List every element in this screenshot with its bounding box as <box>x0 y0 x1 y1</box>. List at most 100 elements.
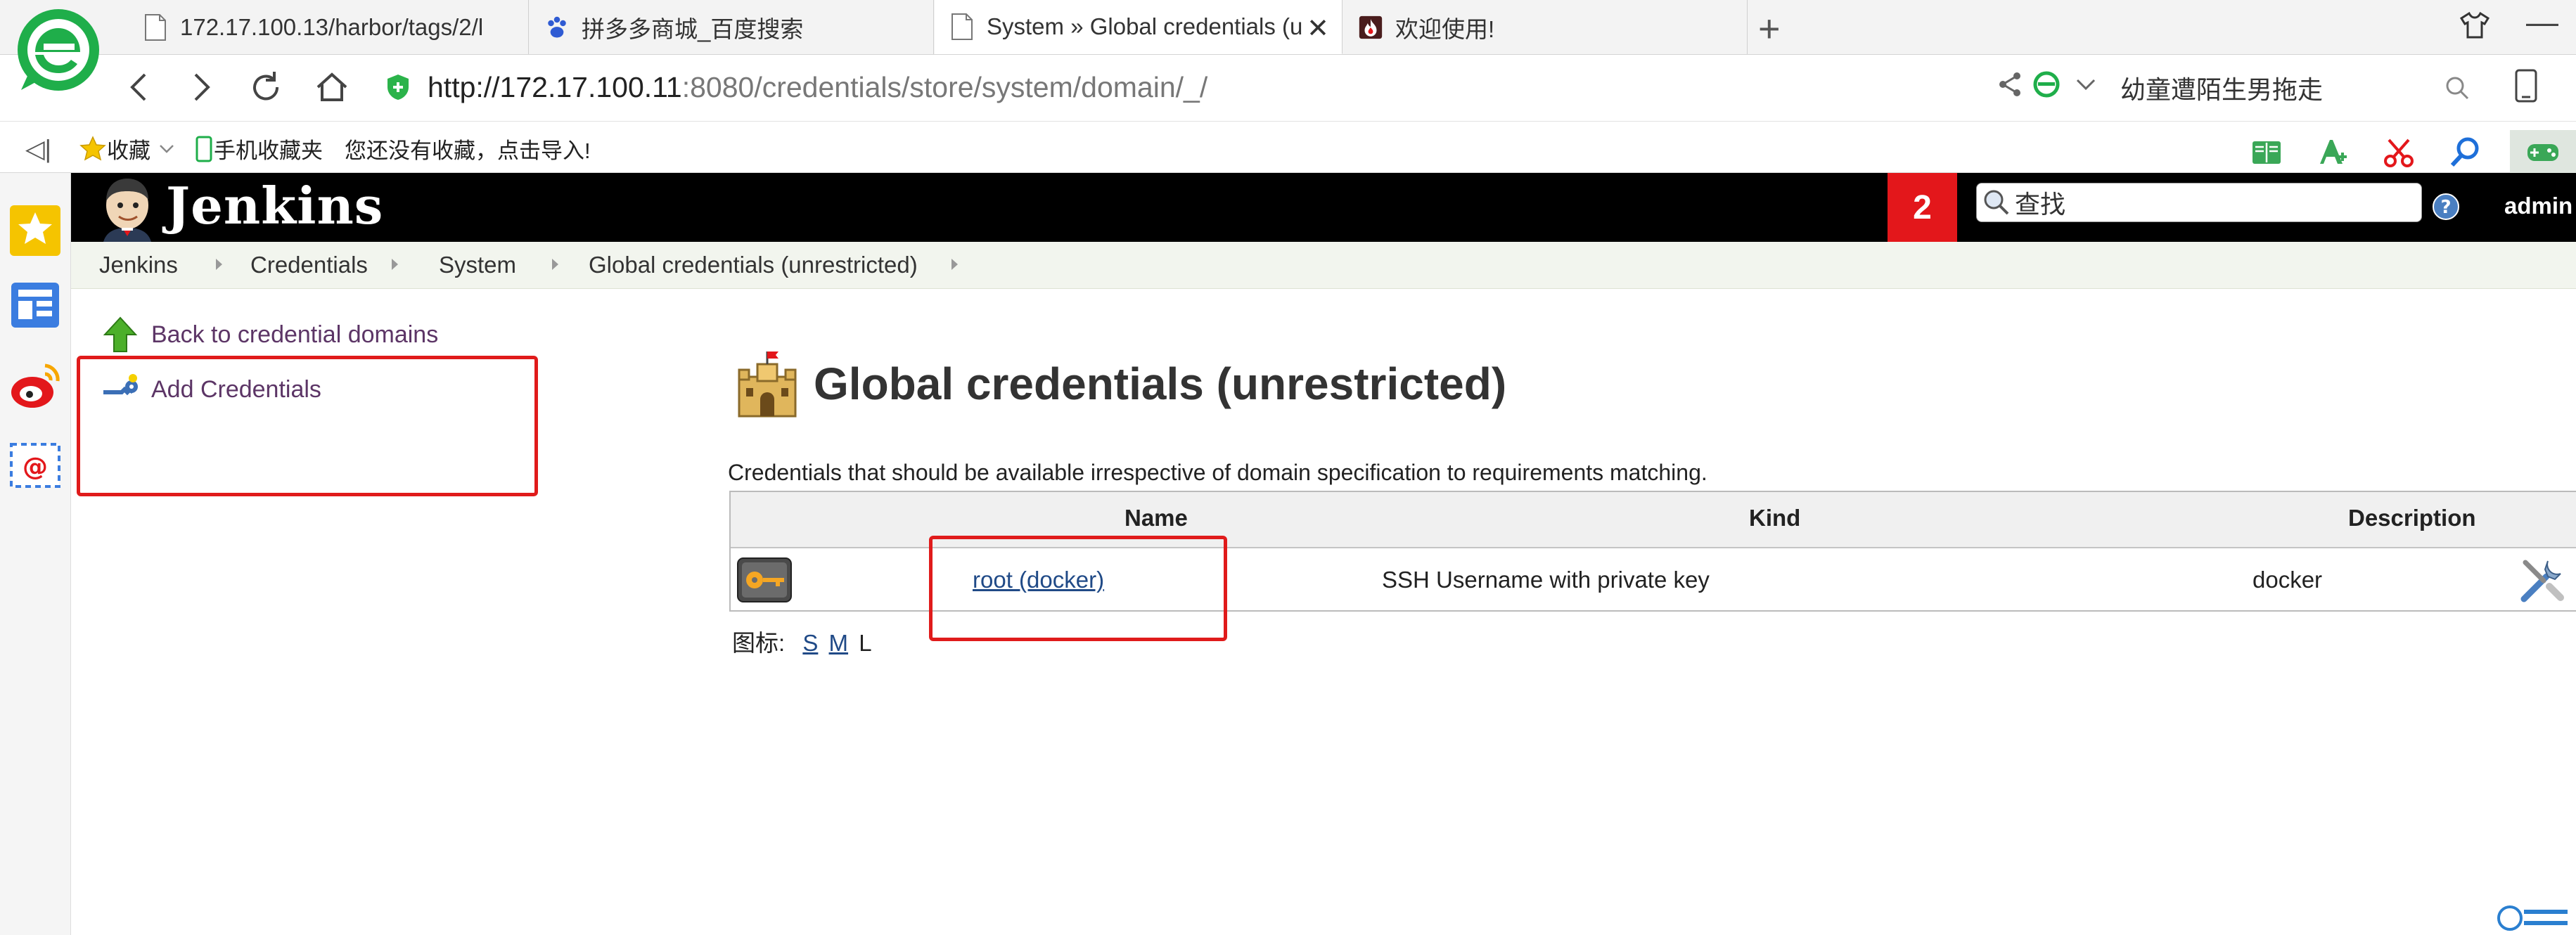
mobile-device-icon[interactable] <box>2513 69 2539 103</box>
address-bar[interactable]: http://172.17.100.11:8080/credentials/st… <box>385 66 1207 108</box>
icon-size-label: 图标: <box>732 630 786 656</box>
import-favorites-hint[interactable]: 您还没有收藏，点击导入! <box>345 133 591 165</box>
weibo-icon[interactable] <box>8 360 62 413</box>
tab-label: 172.17.100.13/harbor/tags/2/l <box>180 13 484 40</box>
breadcrumb-arrow-icon[interactable] <box>216 259 222 270</box>
url-path: :8080/credentials/store/system/domain/_/ <box>681 70 1208 103</box>
jenkins-search-field[interactable]: 查找 <box>1976 183 2422 222</box>
ssh-key-credential-icon <box>737 557 792 602</box>
column-header-kind[interactable]: Kind <box>1749 505 1800 531</box>
reload-icon[interactable] <box>245 66 287 108</box>
browser-sidebar: @ <box>0 173 71 935</box>
browser-logo-icon <box>18 9 99 91</box>
page-icon <box>145 13 166 41</box>
breadcrumb: Jenkins Credentials System Global creden… <box>71 242 2576 289</box>
screenshot-scissors-icon[interactable] <box>2382 136 2416 169</box>
fire-icon <box>1359 15 1383 39</box>
news-feed-icon[interactable] <box>8 278 62 332</box>
annotation-highlight-box <box>77 356 538 496</box>
search-text: 幼童遭陌生男拖走 <box>2120 75 2324 104</box>
jenkins-brand[interactable]: Jenkins <box>166 176 383 236</box>
svg-text:@: @ <box>23 453 48 482</box>
secure-shield-icon <box>387 75 409 100</box>
chevron-down-icon[interactable] <box>2075 76 2097 93</box>
jenkins-page: Jenkins 2 查找 ? admin Jenkins Credentials… <box>71 173 2576 935</box>
url-host: http://172.17.100.11 <box>428 70 682 103</box>
phone-icon <box>196 136 212 162</box>
notification-badge[interactable]: 2 <box>1888 173 1957 242</box>
browser-nav-bar: http://172.17.100.11:8080/credentials/st… <box>0 55 2576 122</box>
share-icon[interactable] <box>1996 70 2024 98</box>
annotation-highlight-box <box>929 536 1227 641</box>
icon-size-selector: 图标: S M L <box>732 624 872 658</box>
favorites-star-icon[interactable] <box>8 204 62 257</box>
search-icon[interactable] <box>2444 75 2472 103</box>
collapse-sidebar-icon[interactable]: ◁| <box>25 134 51 164</box>
back-link-label: Back to credential domains <box>151 321 439 348</box>
search-icon <box>1984 190 2009 215</box>
tab-global-credentials[interactable]: System » Global credentials (u ✕ <box>935 0 1343 54</box>
mobile-favorites-link[interactable]: 手机收藏夹 <box>194 133 323 165</box>
up-arrow-icon <box>103 316 138 352</box>
castle-domain-icon <box>738 352 797 418</box>
configure-tools-icon[interactable] <box>2517 554 2569 606</box>
reader-book-icon[interactable] <box>2250 136 2283 169</box>
tab-label: System » Global credentials (u <box>987 13 1303 39</box>
tab-label: 拼多多商城_百度搜索 <box>582 15 804 42</box>
mail-at-icon[interactable]: @ <box>8 439 62 492</box>
game-controller-icon <box>2527 144 2558 161</box>
translate-icon[interactable] <box>2316 136 2350 169</box>
baidu-paw-icon <box>548 16 566 37</box>
favorites-label: 收藏 <box>107 138 150 163</box>
close-icon[interactable]: ✕ <box>1307 13 1329 44</box>
page-icon <box>951 13 973 40</box>
mobile-favorites-label: 手机收藏夹 <box>214 138 323 163</box>
import-hint-label: 您还没有收藏，点击导入! <box>345 138 591 163</box>
minimize-icon[interactable]: — <box>2526 3 2558 41</box>
help-icon[interactable]: ? <box>2432 193 2460 221</box>
breadcrumb-system[interactable]: System <box>439 252 516 278</box>
page-heading: Global credentials (unrestricted) <box>732 349 1506 419</box>
breadcrumb-arrow-icon[interactable] <box>392 259 398 270</box>
credential-description: docker <box>2253 567 2323 593</box>
column-header-description[interactable]: Description <box>2348 505 2476 531</box>
tab-baidu-search[interactable]: 拼多多商城_百度搜索 <box>530 0 934 54</box>
home-icon[interactable] <box>311 66 353 108</box>
favorites-menu[interactable]: 收藏 <box>79 133 176 165</box>
breadcrumb-arrow-icon[interactable] <box>552 259 558 270</box>
bookmarks-bar: ◁| 收藏 手机收藏夹 您还没有收藏，点击导入! <box>0 122 2576 175</box>
search-placeholder: 查找 <box>2015 190 2066 219</box>
column-header-name[interactable]: Name <box>1124 505 1188 531</box>
breadcrumb-jenkins[interactable]: Jenkins <box>99 252 178 278</box>
star-icon <box>79 135 106 160</box>
tab-welcome[interactable]: 欢迎使用! <box>1343 0 1748 54</box>
icon-size-medium-link[interactable]: M <box>829 630 849 656</box>
browser-tab-bar: 172.17.100.13/harbor/tags/2/l 拼多多商城_百度搜索… <box>0 0 2576 55</box>
jenkins-header: Jenkins 2 查找 ? admin <box>71 173 2576 242</box>
svg-text:?: ? <box>2440 197 2451 218</box>
search-magnifier-icon[interactable] <box>2448 136 2482 169</box>
store-description: Credentials that should be available irr… <box>728 460 1707 485</box>
toolbar-extensions <box>2217 130 2576 175</box>
breadcrumb-global-credentials[interactable]: Global credentials (unrestricted) <box>589 252 918 278</box>
breadcrumb-credentials[interactable]: Credentials <box>250 252 368 278</box>
ie-mode-icon[interactable] <box>2032 70 2061 98</box>
page-title: Global credentials (unrestricted) <box>814 359 1507 409</box>
new-tab-button[interactable]: + <box>1758 7 1781 51</box>
browser-search-box[interactable]: 幼童遭陌生男拖走 <box>2120 65 2472 111</box>
forward-arrow-icon[interactable] <box>180 66 222 108</box>
game-controller-button[interactable] <box>2510 130 2576 175</box>
user-link[interactable]: admin <box>2504 193 2572 219</box>
site-watermark-logo-icon <box>2497 905 2568 931</box>
chevron-down-icon <box>160 144 174 153</box>
breadcrumb-arrow-icon[interactable] <box>951 259 958 270</box>
jenkins-butler-logo-icon[interactable] <box>95 177 158 242</box>
back-to-credential-domains-link[interactable]: Back to credential domains <box>101 315 438 354</box>
icon-size-small-link[interactable]: S <box>802 630 818 656</box>
shirt-skin-icon[interactable] <box>2459 11 2490 39</box>
icon-size-large-current: L <box>859 630 872 656</box>
back-arrow-icon[interactable] <box>120 66 162 108</box>
credential-kind: SSH Username with private key <box>1382 567 1710 593</box>
tab-harbor[interactable]: 172.17.100.13/harbor/tags/2/l <box>128 0 529 54</box>
tab-label: 欢迎使用! <box>1395 15 1495 42</box>
